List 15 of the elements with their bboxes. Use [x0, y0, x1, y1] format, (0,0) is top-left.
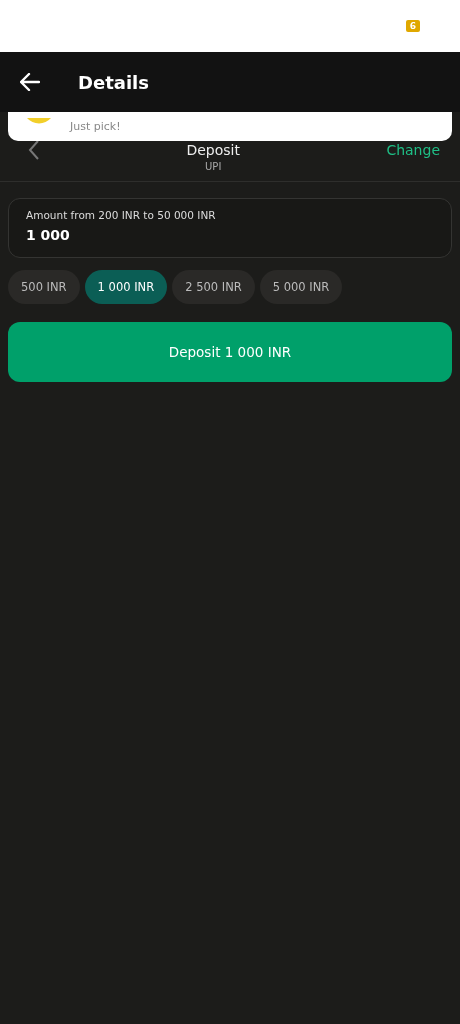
amount-chip[interactable]: 5 000 INR	[259, 270, 343, 304]
notification-text: Just pick!	[70, 120, 121, 133]
amount-value: 1 000	[26, 227, 71, 243]
chevron-left-icon[interactable]	[28, 139, 40, 160]
notification-card[interactable]: Just pick!	[8, 112, 452, 141]
amount-chip[interactable]: 500 INR	[8, 270, 80, 304]
field-label: Amount from 200 INR to 50 000 INR	[26, 209, 217, 221]
notification-badge: 6	[405, 20, 420, 32]
page-title: Details	[78, 71, 149, 93]
section-title: Deposit	[186, 143, 240, 157]
back-arrow-icon[interactable]	[20, 73, 40, 91]
amount-field[interactable]: Amount from 200 INR to 50 000 INR 1 000	[8, 198, 452, 258]
payment-method: UPI	[205, 161, 222, 172]
amount-chip[interactable]: 1 000 INR	[84, 270, 168, 304]
amount-chip[interactable]: 2 500 INR	[172, 270, 255, 304]
